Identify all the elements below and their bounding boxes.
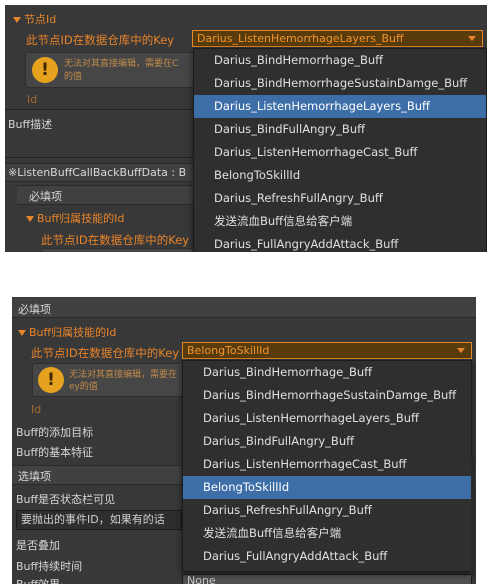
key-label: 此节点ID在数据仓库中的Key xyxy=(26,33,175,47)
skill-id-foldout[interactable]: Buff归属技能的Id xyxy=(18,324,116,340)
dropdown-option[interactable]: Darius_BindHemorrhageSustainDamge_Buff xyxy=(183,384,471,407)
foldout-arrow-icon xyxy=(26,216,34,222)
dropdown-caret-icon xyxy=(457,348,465,353)
dropdown-option[interactable]: Darius_FullAngryAddAttack_Buff xyxy=(194,233,486,252)
key-select-value: BelongToSkillId xyxy=(187,344,270,357)
required-row[interactable]: 必填项 xyxy=(17,185,193,205)
buffdata-header-row[interactable]: ※ListenBuffCallBackBuffData : B xyxy=(5,163,193,182)
dropdown-option[interactable]: Darius_BindHemorrhageSustainDamge_Buff xyxy=(194,72,486,95)
node-id-header: 节点Id xyxy=(24,13,57,26)
id-label: Id xyxy=(27,93,38,106)
skill-id-header: Buff归属技能的Id xyxy=(37,212,125,225)
status-bar-label: Buff是否状态栏可见 xyxy=(16,493,116,506)
none-value: None xyxy=(187,574,216,584)
help-text-line1: 无法对其直接编辑，需要在C xyxy=(64,59,179,69)
skill-id-header: Buff归属技能的Id xyxy=(29,326,117,339)
key-label-2: 此节点ID在数据仓库中的Key xyxy=(41,233,190,247)
effect-label: Buff效果· xyxy=(16,576,64,584)
dropdown-option[interactable]: Darius_BindFullAngry_Buff xyxy=(194,118,486,141)
stackable-label: 是否叠加 xyxy=(16,539,60,552)
dropdown-menu: Darius_BindHemorrhage_Buff Darius_BindHe… xyxy=(182,360,472,572)
none-select[interactable]: None xyxy=(182,574,472,584)
node-id-foldout[interactable]: 节点Id xyxy=(13,11,56,27)
event-id-field[interactable]: 要抛出的事件ID，如果有的话 xyxy=(16,510,182,530)
scrollbar[interactable] xyxy=(471,457,475,577)
skill-id-foldout[interactable]: Buff归属技能的Id xyxy=(26,210,124,226)
optional-label: 选填项 xyxy=(18,470,51,483)
help-text-line2: ey的值 xyxy=(69,382,98,392)
dropdown-caret-icon xyxy=(468,36,476,41)
dropdown-option[interactable]: BelongToSkillId xyxy=(194,164,486,187)
dropdown-option[interactable]: Darius_BindHemorrhage_Buff xyxy=(194,49,486,72)
dropdown-option[interactable]: Darius_ListenHemorrhageCast_Buff xyxy=(194,141,486,164)
warning-icon: ! xyxy=(38,367,64,393)
event-id-value: 要抛出的事件ID，如果有的话 xyxy=(21,513,165,526)
dropdown-option[interactable]: Darius_BindFullAngry_Buff xyxy=(183,430,471,453)
key-select[interactable]: BelongToSkillId xyxy=(182,342,472,359)
buff-desc-label: Buff描述 xyxy=(8,118,53,131)
help-box-2 xyxy=(41,248,203,252)
key-select[interactable]: Darius_ListenHemorrhageLayers_Buff xyxy=(192,30,483,47)
buffdata-header: ※ListenBuffCallBackBuffData : B xyxy=(8,166,187,179)
help-box: ! 无法对其直接编辑，需要在C 的值 xyxy=(25,52,202,88)
required-row[interactable]: 必填项 xyxy=(12,298,476,318)
foldout-arrow-icon xyxy=(13,17,21,23)
dropdown-option[interactable]: Darius_RefreshFullAngry_Buff xyxy=(183,499,471,522)
dropdown-option[interactable]: Darius_RefreshFullAngry_Buff xyxy=(194,187,486,210)
required-label: 必填项 xyxy=(29,190,62,203)
divider xyxy=(5,157,193,158)
duration-label: Buff持续时间 xyxy=(16,560,83,573)
dropdown-option[interactable]: 发送流血Buff信息给客户端 xyxy=(183,522,471,545)
key-label: 此节点ID在数据仓库中的Key xyxy=(31,346,180,360)
dropdown-option[interactable]: 发送流血Buff信息给客户端 xyxy=(194,210,486,233)
foldout-arrow-icon xyxy=(18,330,26,336)
basic-feature-label: Buff的基本特征 xyxy=(16,446,94,459)
required-label: 必填项 xyxy=(18,303,51,316)
bottom-inspector-panel: 必填项 Buff归属技能的Id 此节点ID在数据仓库中的Key BelongTo… xyxy=(12,297,476,584)
dropdown-menu: Darius_BindHemorrhage_Buff Darius_BindHe… xyxy=(193,48,487,252)
id-label: Id xyxy=(31,403,42,416)
top-inspector-panel: 节点Id 此节点ID在数据仓库中的Key Darius_ListenHemorr… xyxy=(5,5,487,252)
dropdown-option-selected[interactable]: BelongToSkillId xyxy=(183,476,471,499)
warning-icon: ! xyxy=(32,57,58,83)
dropdown-option[interactable]: Darius_FullAngryAddAttack_Buff xyxy=(183,545,471,568)
help-box: ! 无法对其直接编辑，需要在 ey的值 xyxy=(32,363,194,397)
dropdown-option-selected[interactable]: Darius_ListenHemorrhageLayers_Buff xyxy=(194,95,486,118)
dropdown-option[interactable]: Darius_BindHemorrhage_Buff xyxy=(183,361,471,384)
dropdown-option[interactable]: Darius_ListenHemorrhageLayers_Buff xyxy=(183,407,471,430)
key-select-value: Darius_ListenHemorrhageLayers_Buff xyxy=(197,32,404,45)
divider xyxy=(5,109,193,110)
add-target-label: Buff的添加目标 xyxy=(16,426,94,439)
dropdown-option[interactable]: Darius_ListenHemorrhageCast_Buff xyxy=(183,453,471,476)
help-text-line2: 的值 xyxy=(64,72,83,82)
